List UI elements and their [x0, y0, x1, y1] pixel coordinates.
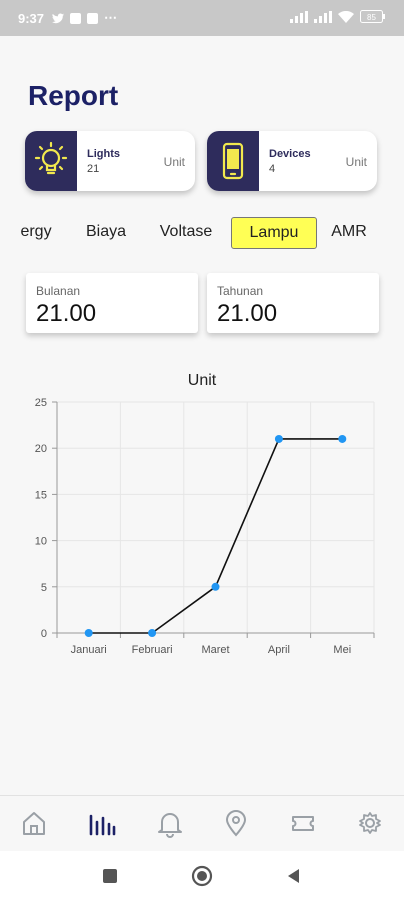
- phone-icon-box: [207, 131, 259, 191]
- phone-icon: [222, 142, 244, 180]
- ticket-icon: [292, 816, 314, 831]
- card-value: 4: [269, 163, 276, 175]
- data-point: [338, 434, 347, 443]
- nav-report[interactable]: [86, 808, 116, 838]
- card-title: Lights: [87, 148, 120, 160]
- tab-amr[interactable]: AMR: [326, 217, 372, 247]
- nav-tickets[interactable]: [288, 808, 318, 838]
- tab-energy[interactable]: ergy: [16, 217, 56, 247]
- status-time: 9:37: [18, 11, 45, 26]
- system-nav-bar: [0, 851, 404, 900]
- more-notifications-icon: ⋯: [104, 10, 119, 25]
- stat-value: 21.00: [36, 300, 97, 327]
- battery-level: 85: [367, 13, 376, 22]
- home-icon: [23, 812, 45, 835]
- status-bar: 9:37 ⋯ 85: [0, 0, 404, 36]
- stat-value: 21.00: [217, 300, 278, 327]
- report-tabs: ergy Biaya Voltase Lampu AMR: [0, 217, 404, 249]
- data-point: [211, 582, 220, 591]
- lights-card[interactable]: Lights 21 Unit: [25, 131, 195, 191]
- y-tick-label: 10: [35, 536, 47, 548]
- tab-lampu[interactable]: Lampu: [231, 217, 317, 249]
- y-tick-label: 5: [41, 582, 47, 594]
- nav-settings[interactable]: [355, 808, 385, 838]
- nav-notifications[interactable]: [155, 808, 185, 838]
- photo-notification-icon: [87, 12, 98, 24]
- x-tick-label: Februari: [132, 644, 173, 656]
- lightbulb-icon: [34, 141, 68, 175]
- recent-apps-icon[interactable]: [100, 866, 120, 886]
- data-point: [148, 629, 157, 637]
- x-tick-label: Mei: [333, 644, 351, 656]
- signal-icon: [290, 10, 308, 23]
- y-tick-label: 25: [35, 397, 47, 409]
- line-chart: 0 5 10 15 20 25 Januari Februari Maret April Mei: [35, 397, 375, 656]
- data-point: [84, 629, 93, 637]
- card-title: Devices: [269, 148, 311, 160]
- bell-icon: [158, 813, 182, 838]
- tab-biaya[interactable]: Biaya: [80, 217, 132, 247]
- devices-card[interactable]: Devices 4 Unit: [207, 131, 377, 191]
- data-point: [274, 434, 283, 443]
- location-pin-icon: [225, 810, 247, 837]
- notification-icons: ⋯: [52, 10, 119, 26]
- nav-home[interactable]: [19, 808, 49, 838]
- y-tick-label: 15: [35, 489, 47, 501]
- wifi-icon: [338, 10, 354, 23]
- app-notification-icon: [70, 12, 81, 24]
- gear-icon: [359, 812, 381, 834]
- stat-label: Bulanan: [36, 284, 81, 298]
- bar-chart-icon: [89, 814, 116, 836]
- bottom-nav: [0, 795, 404, 852]
- y-tick-label: 20: [35, 443, 47, 455]
- y-tick-label: 0: [41, 628, 47, 640]
- lightbulb-icon-box: [25, 131, 77, 191]
- home-button-icon[interactable]: [190, 864, 214, 888]
- tab-voltase[interactable]: Voltase: [152, 217, 220, 247]
- card-value: 21: [87, 163, 100, 175]
- card-unit: Unit: [345, 155, 367, 169]
- nav-location[interactable]: [221, 808, 251, 838]
- yearly-stat-card: Tahunan 21.00: [207, 273, 379, 333]
- x-tick-label: Maret: [201, 644, 229, 656]
- twitter-icon: [52, 13, 64, 23]
- series-line: [88, 438, 343, 634]
- monthly-stat-card: Bulanan 21.00: [26, 273, 198, 333]
- system-icons: 85: [290, 10, 386, 23]
- battery-icon: 85: [360, 10, 385, 23]
- stat-label: Tahunan: [217, 284, 264, 298]
- card-unit: Unit: [163, 155, 185, 169]
- unit-chart: Unit 0 5 10 15 20 25 Januari Februari Maret April…: [0, 366, 404, 666]
- x-tick-label: Januari: [71, 644, 107, 656]
- signal-icon-2: [314, 10, 332, 23]
- back-icon[interactable]: [284, 866, 304, 886]
- page-title: Report: [28, 80, 119, 111]
- x-tick-label: April: [268, 644, 290, 656]
